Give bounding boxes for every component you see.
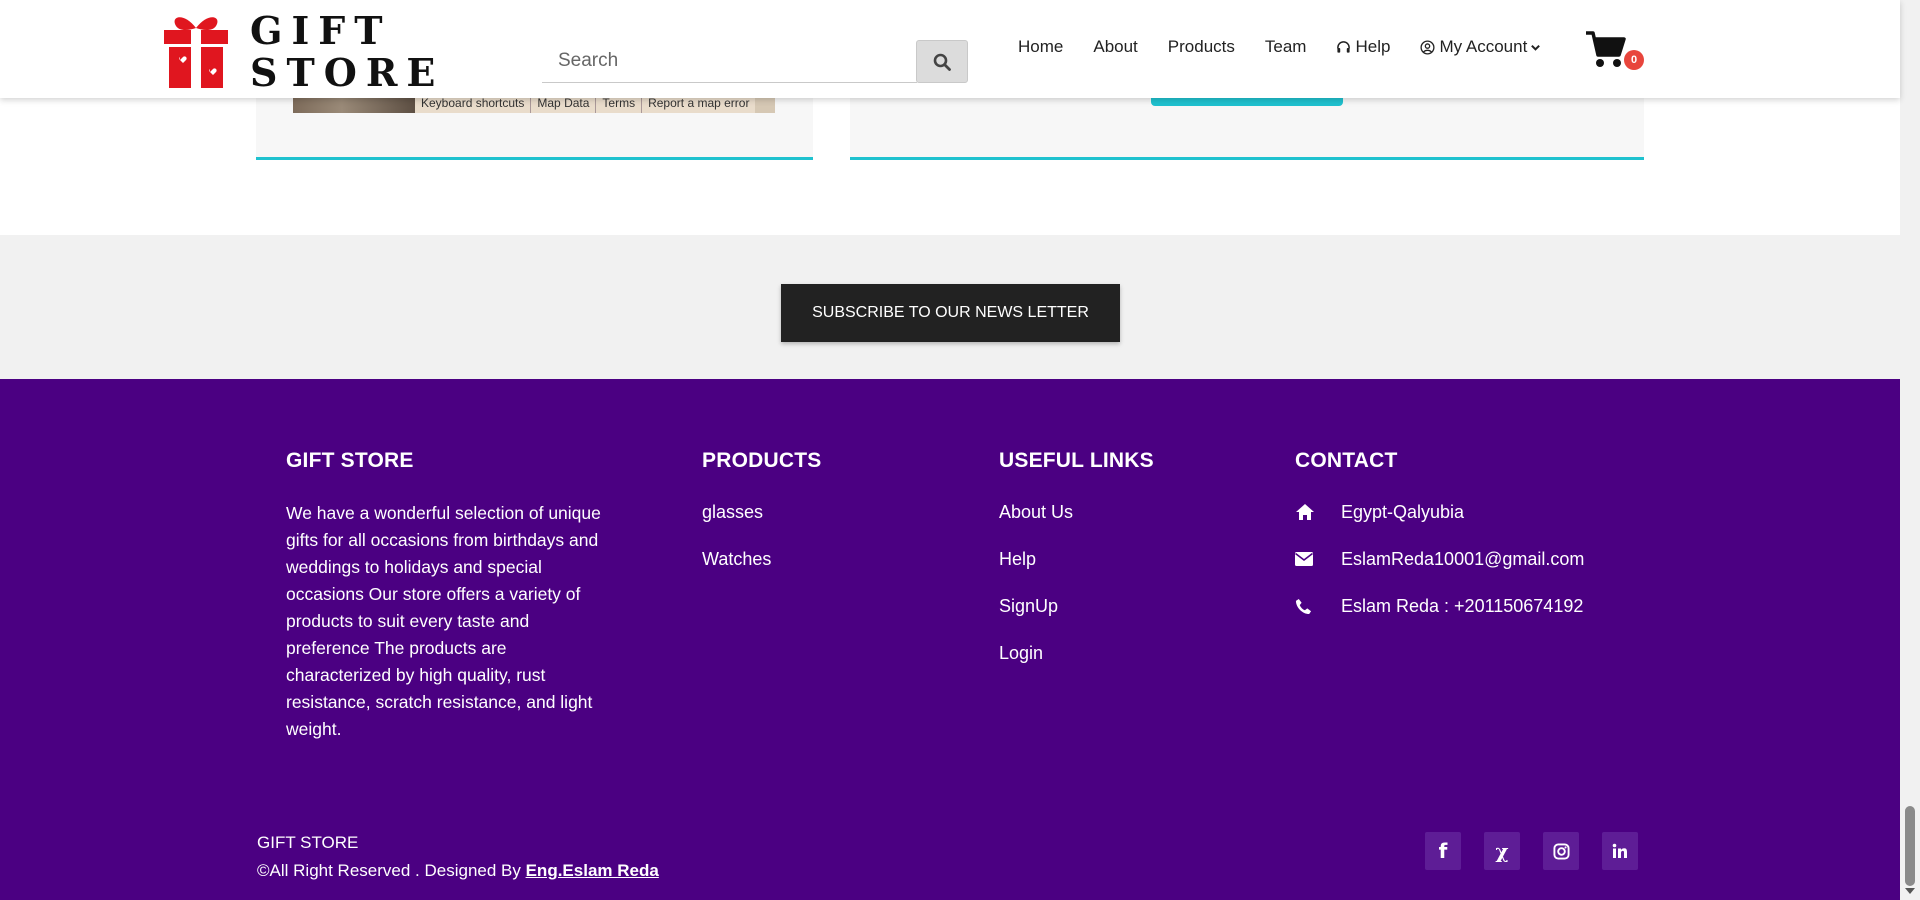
footer-products-column: PRODUCTS glasses Watches: [702, 449, 821, 594]
linkedin-icon: [1612, 843, 1627, 858]
headset-icon: [1337, 40, 1351, 53]
chevron-down-icon: [1531, 44, 1541, 51]
gift-box-icon: [164, 17, 228, 88]
top-navbar: GIFT STORE Home About Products Team Help: [0, 0, 1900, 98]
linkedin-link[interactable]: [1602, 832, 1638, 870]
cart-button[interactable]: 0: [1585, 30, 1645, 74]
nav-my-account-label: My Account: [1439, 37, 1528, 56]
footer-link-help[interactable]: Help: [999, 547, 1154, 571]
footer-contact-column: CONTACT Egypt-Qalyubia EslamReda10001@gm…: [1295, 449, 1584, 641]
cart-count-badge: 0: [1624, 50, 1644, 70]
search-bar: [542, 40, 968, 83]
nav-help[interactable]: Help: [1336, 37, 1390, 57]
facebook-icon: f: [1438, 839, 1448, 863]
scrollbar-thumb[interactable]: [1905, 806, 1915, 886]
search-button[interactable]: [916, 40, 968, 83]
footer-link-signup[interactable]: SignUp: [999, 594, 1154, 618]
contact-address-text: Egypt-Qalyubia: [1341, 502, 1465, 522]
contact-email: EslamReda10001@gmail.com: [1295, 547, 1584, 571]
footer-contact-title: CONTACT: [1295, 449, 1398, 472]
nav-my-account[interactable]: My Account: [1420, 37, 1545, 57]
subscribe-newsletter-button[interactable]: SUBSCRIBE TO OUR NEWS LETTER: [781, 284, 1120, 342]
footer-link-about-us[interactable]: About Us: [999, 500, 1154, 524]
footer-link-glasses[interactable]: glasses: [702, 500, 821, 524]
main-nav: Home About Products Team Help My Account: [1018, 37, 1575, 57]
site-logo[interactable]: GIFT STORE: [160, 10, 435, 94]
nav-about[interactable]: About: [1093, 37, 1137, 57]
user-circle-icon: [1420, 39, 1435, 55]
footer-useful-links-title: USEFUL LINKS: [999, 449, 1154, 472]
nav-products[interactable]: Products: [1168, 37, 1235, 57]
x-twitter-link[interactable]: χ: [1484, 832, 1520, 870]
footer-about-title: GIFT STORE: [286, 449, 414, 472]
logo-text-gift: GIFT: [250, 8, 392, 53]
shopping-cart-icon: [1586, 31, 1626, 67]
scroll-down-arrow-icon[interactable]: [1905, 888, 1915, 894]
search-input[interactable]: [542, 40, 917, 83]
social-links: f χ: [1425, 832, 1661, 870]
copyright-text: ©All Right Reserved . Designed By: [257, 861, 526, 880]
home-icon: [1296, 504, 1314, 520]
search-icon: [933, 53, 951, 71]
footer-products-title: PRODUCTS: [702, 449, 822, 472]
footer-about-text: We have a wonderful selection of unique …: [286, 503, 601, 739]
phone-icon: [1295, 598, 1312, 614]
contact-phone-text[interactable]: Eslam Reda : +201150674192: [1341, 594, 1583, 618]
x-icon: χ: [1495, 839, 1509, 863]
contact-email-text[interactable]: EslamReda10001@gmail.com: [1341, 547, 1584, 571]
page-scrollbar[interactable]: [1900, 0, 1920, 900]
footer-link-watches[interactable]: Watches: [702, 547, 821, 571]
instagram-link[interactable]: [1543, 832, 1579, 870]
newsletter-section: SUBSCRIBE TO OUR NEWS LETTER: [0, 235, 1900, 379]
logo-text-store: STORE: [250, 50, 445, 95]
nav-help-label: Help: [1355, 37, 1391, 56]
envelope-icon: [1295, 552, 1313, 566]
contact-address: Egypt-Qalyubia: [1295, 500, 1584, 524]
footer-useful-links-column: USEFUL LINKS About Us Help SignUp Login: [999, 449, 1154, 688]
nav-team[interactable]: Team: [1265, 37, 1307, 57]
site-footer: GIFT STORE We have a wonderful selection…: [0, 379, 1900, 900]
footer-copyright: GIFT STORE ©All Right Reserved . Designe…: [257, 829, 659, 885]
designer-link[interactable]: Eng.Eslam Reda: [526, 861, 659, 880]
contact-phone: Eslam Reda : +201150674192: [1295, 594, 1584, 618]
facebook-link[interactable]: f: [1425, 832, 1461, 870]
footer-link-login[interactable]: Login: [999, 641, 1154, 665]
instagram-icon: [1552, 842, 1570, 860]
copyright-brand: GIFT STORE: [257, 833, 359, 852]
footer-about-column: GIFT STORE We have a wonderful selection…: [286, 449, 616, 743]
nav-home[interactable]: Home: [1018, 37, 1063, 57]
